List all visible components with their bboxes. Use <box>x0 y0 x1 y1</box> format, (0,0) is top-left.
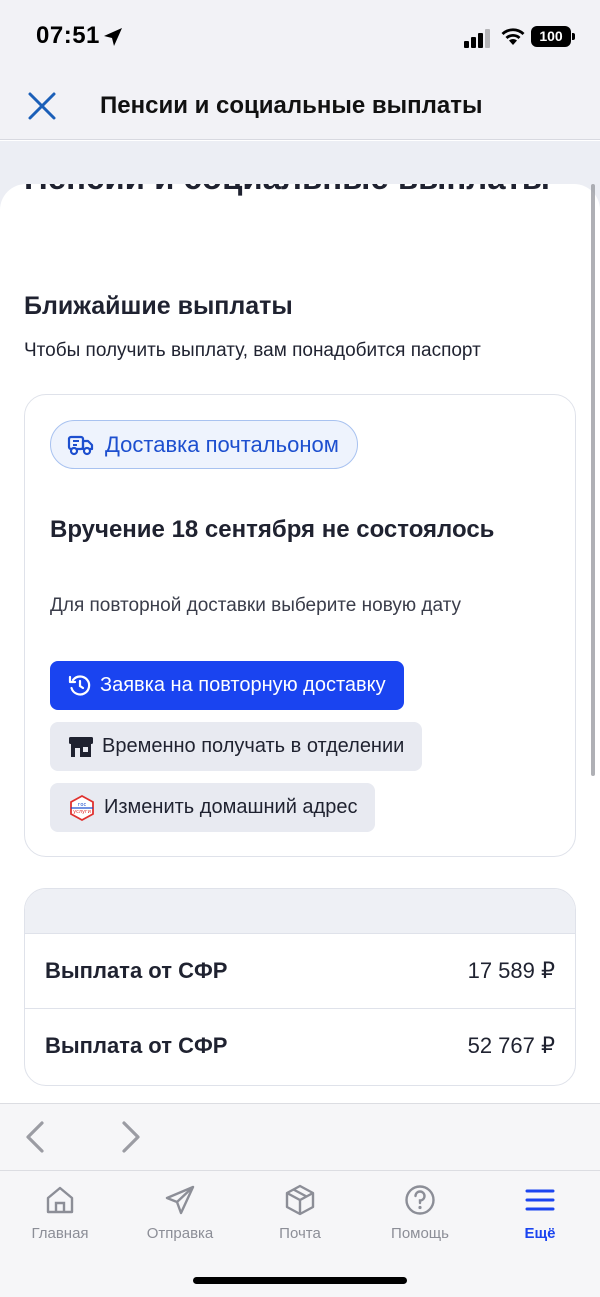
payment-amount: 52 767 ₽ <box>467 1033 555 1058</box>
change-address-label: Изменить домашний адрес <box>104 796 358 818</box>
payment-label: Выплата от СФР <box>45 958 228 983</box>
header-title: Пенсии и социальные выплаты <box>100 92 483 119</box>
tab-send-label: Отправка <box>146 1225 214 1242</box>
section-subtitle: Чтобы получить выплату, вам понадобится … <box>24 340 481 361</box>
delivery-card: Доставка почтальоном Вручение 18 сентябр… <box>24 394 576 857</box>
content-sheet: Пенсии и социальные выплаты Ближайшие вы… <box>0 184 600 1103</box>
clock-refresh-icon <box>68 674 91 696</box>
tab-more-label: Ещё <box>524 1225 556 1242</box>
tab-more[interactable]: Ещё <box>480 1183 600 1253</box>
branch-pickup-label: Временно получать в отделении <box>102 735 405 757</box>
section-title: Ближайшие выплаты <box>24 292 293 320</box>
home-indicator <box>193 1277 407 1284</box>
gosuslugi-logo-icon: гос услуги <box>70 794 94 821</box>
tab-help[interactable]: Помощь <box>360 1183 480 1253</box>
tab-send[interactable]: Отправка <box>120 1183 240 1253</box>
table-row[interactable]: Выплата от СФР 52 767 ₽ <box>25 1009 575 1084</box>
payment-amount: 17 589 ₽ <box>467 958 555 983</box>
page-title: Пенсии и социальные выплаты <box>24 184 564 200</box>
delivery-status-heading: Вручение 18 сентября не состоялось <box>50 516 495 543</box>
tab-help-label: Помощь <box>391 1225 449 1242</box>
back-arrow-icon[interactable] <box>22 1120 48 1154</box>
box-icon <box>285 1184 315 1216</box>
payment-label: Выплата от СФР <box>45 1033 228 1058</box>
cellular-signal-icon <box>464 29 490 48</box>
delivery-type-chip[interactable]: Доставка почтальоном <box>50 420 358 469</box>
delivery-truck-icon <box>67 435 94 455</box>
menu-icon <box>525 1189 555 1211</box>
redelivery-request-button[interactable]: Заявка на повторную доставку <box>50 661 404 710</box>
branch-pickup-button[interactable]: Временно получать в отделении <box>50 722 423 771</box>
help-icon <box>405 1185 435 1215</box>
payments-table: Выплата от СФР 17 589 ₽ Выплата от СФР 5… <box>24 888 576 1086</box>
payments-table-header <box>25 889 575 934</box>
send-icon <box>165 1185 195 1215</box>
tab-home[interactable]: Главная <box>0 1183 120 1253</box>
redelivery-request-label: Заявка на повторную доставку <box>100 674 386 696</box>
storefront-icon <box>69 736 93 757</box>
browser-nav-bar <box>0 1103 600 1170</box>
status-time: 07:51 <box>36 22 100 49</box>
delivery-status-subtitle: Для повторной доставки выберите новую да… <box>50 595 462 616</box>
home-icon <box>46 1186 74 1214</box>
delivery-type-label: Доставка почтальоном <box>105 431 339 457</box>
wifi-icon <box>501 28 525 45</box>
tab-home-label: Главная <box>31 1225 89 1242</box>
app-header: Пенсии и социальные выплаты <box>0 72 600 140</box>
battery-indicator: 100 <box>531 26 575 47</box>
svg-text:гос: гос <box>78 802 87 808</box>
tab-mail-label: Почта <box>279 1225 321 1242</box>
location-arrow-icon <box>104 28 122 46</box>
change-address-button[interactable]: гос услуги Изменить домашний адрес <box>50 783 376 832</box>
close-icon[interactable] <box>24 88 60 124</box>
tab-mail[interactable]: Почта <box>240 1183 360 1253</box>
table-row[interactable]: Выплата от СФР 17 589 ₽ <box>25 934 575 1009</box>
status-bar: 07:51 100 <box>0 0 600 72</box>
svg-text:услуги: услуги <box>73 809 91 815</box>
forward-arrow-icon[interactable] <box>118 1120 144 1154</box>
scrollbar[interactable] <box>591 184 595 776</box>
